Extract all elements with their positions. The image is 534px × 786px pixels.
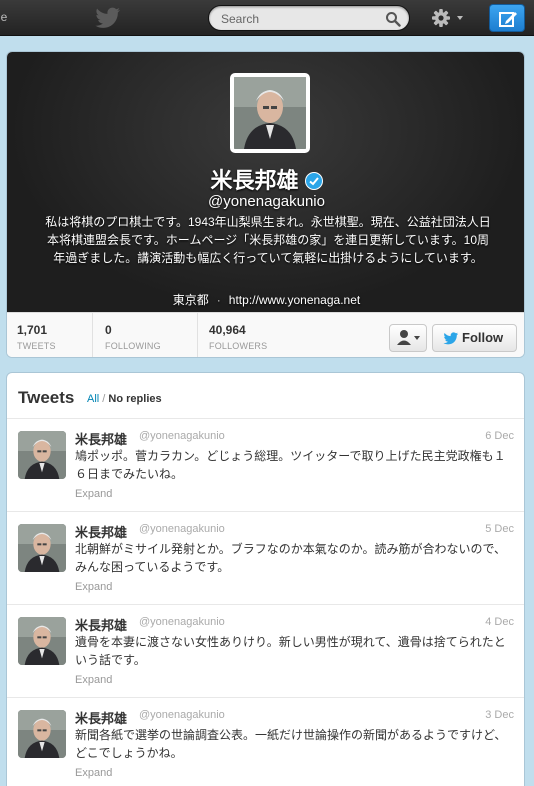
compose-tweet-button[interactable] xyxy=(489,4,525,32)
filter-no-replies[interactable]: No replies xyxy=(108,393,161,405)
tweet-text: 遺骨を本妻に渡さない女性ありけり。新しい男性が現れて、遺骨は捨てられたという話で… xyxy=(75,635,506,667)
tweet-text: 新聞各紙で選挙の世論調査公表。一紙だけ世論操作の新聞があるようですけど、どこでし… xyxy=(75,728,507,760)
stat-following-value: 0 xyxy=(105,323,112,337)
compose-icon xyxy=(499,12,517,27)
tweet-avatar[interactable] xyxy=(18,617,66,665)
twitter-bird-icon xyxy=(443,332,459,345)
tweet-author-name[interactable]: 米長邦雄 xyxy=(75,429,127,448)
avatar[interactable] xyxy=(230,73,310,153)
truncated-nav-text[interactable]: le xyxy=(0,10,7,24)
tweets-header: Tweets All / No replies xyxy=(7,373,524,419)
profile-name-row: 米長邦雄 xyxy=(7,163,524,195)
stat-followers-label: FOLLOWERS xyxy=(209,341,268,351)
stat-following[interactable]: 0 FOLLOWING xyxy=(95,313,198,357)
search-input[interactable] xyxy=(221,10,381,28)
tweet-author-name[interactable]: 米長邦雄 xyxy=(75,708,127,727)
tweet-date[interactable]: 4 Dec xyxy=(485,616,514,628)
profile-url-link[interactable]: http://www.yonenaga.net xyxy=(229,293,360,307)
tweet-avatar-photo xyxy=(18,524,66,572)
user-actions-button[interactable] xyxy=(389,324,427,352)
profile-name: 米長邦雄 xyxy=(210,168,299,193)
profile-meta: 東京都 · http://www.yonenaga.net xyxy=(7,291,524,308)
tweet-avatar-photo xyxy=(18,710,66,758)
tweet-author-name[interactable]: 米長邦雄 xyxy=(75,522,127,541)
chevron-down-icon xyxy=(457,16,463,20)
tweet-date[interactable]: 3 Dec xyxy=(485,709,514,721)
profile-stats: 1,701 TWEETS 0 FOLLOWING 40,964 FOLLOWER… xyxy=(7,312,524,357)
stat-tweets[interactable]: 1,701 TWEETS xyxy=(7,313,93,357)
profile-handle: @yonenagakunio xyxy=(208,193,325,210)
tweet-avatar[interactable] xyxy=(18,431,66,479)
tweet-date[interactable]: 5 Dec xyxy=(485,523,514,535)
user-dropdown-icon xyxy=(397,330,420,345)
search-box[interactable] xyxy=(208,5,410,31)
tweet-item[interactable]: 米長邦雄 @yonenagakunio 3 Dec 新聞各紙で選挙の世論調査公表… xyxy=(7,698,524,786)
tweet-avatar-photo xyxy=(18,617,66,665)
filter-all-link[interactable]: All xyxy=(87,393,99,405)
tweet-expand-link[interactable]: Expand xyxy=(75,488,112,500)
tweet-expand-link[interactable]: Expand xyxy=(75,581,112,593)
tweets-filter: All / No replies xyxy=(87,393,162,405)
tweet-author-handle[interactable]: @yonenagakunio xyxy=(139,430,225,442)
tweet-avatar-photo xyxy=(18,431,66,479)
follow-button[interactable]: Follow xyxy=(432,324,517,352)
tweet-text: 北朝鮮がミサイル発射とか。ブラフなのか本氣なのか。読み筋が合わないので、みんな困… xyxy=(75,542,507,574)
tweet-text: 鳩ポッポ。菅カラカン。どじょう総理。ツイッターで取り上げた民主党政権も１６日まで… xyxy=(75,449,506,481)
stat-tweets-label: TWEETS xyxy=(17,341,56,351)
tweet-avatar[interactable] xyxy=(18,524,66,572)
tweet-expand-link[interactable]: Expand xyxy=(75,674,112,686)
stat-tweets-value: 1,701 xyxy=(17,323,48,337)
tweet-author-handle[interactable]: @yonenagakunio xyxy=(139,616,225,628)
gear-icon[interactable] xyxy=(430,7,466,29)
tweet-author-handle[interactable]: @yonenagakunio xyxy=(139,709,225,721)
stat-followers-value: 40,964 xyxy=(209,323,246,337)
tweet-avatar[interactable] xyxy=(18,710,66,758)
tweet-item[interactable]: 米長邦雄 @yonenagakunio 4 Dec 遺骨を本妻に渡さない女性あり… xyxy=(7,605,524,698)
tweet-author-handle[interactable]: @yonenagakunio xyxy=(139,523,225,535)
meta-separator: · xyxy=(216,293,221,307)
top-navigation-bar: le xyxy=(0,0,534,36)
tweets-title: Tweets xyxy=(18,388,75,407)
stat-followers[interactable]: 40,964 FOLLOWERS xyxy=(199,313,303,357)
twitter-bird-icon[interactable] xyxy=(95,7,121,29)
profile-photo xyxy=(234,77,306,149)
profile-header: 米長邦雄 @yonenagakunio 私は将棋のプロ棋士です。1943年山梨県… xyxy=(7,52,524,312)
stat-following-label: FOLLOWING xyxy=(105,341,161,351)
profile-location: 東京都 xyxy=(172,293,209,307)
verified-badge-icon xyxy=(304,172,323,190)
filter-separator: / xyxy=(102,393,106,405)
tweet-date[interactable]: 6 Dec xyxy=(485,430,514,442)
tweet-expand-link[interactable]: Expand xyxy=(75,767,112,779)
tweet-author-name[interactable]: 米長邦雄 xyxy=(75,615,127,634)
tweet-item[interactable]: 米長邦雄 @yonenagakunio 5 Dec 北朝鮮がミサイル発射とか。ブ… xyxy=(7,512,524,605)
profile-card: 米長邦雄 @yonenagakunio 私は将棋のプロ棋士です。1943年山梨県… xyxy=(6,51,525,358)
profile-bio: 私は将棋のプロ棋士です。1943年山梨県生まれ。永世棋聖。現在、公益社団法人日本… xyxy=(45,215,491,265)
follow-button-label: Follow xyxy=(462,330,504,345)
tweet-item[interactable]: 米長邦雄 @yonenagakunio 6 Dec 鳩ポッポ。菅カラカン。どじょ… xyxy=(7,419,524,512)
search-icon[interactable] xyxy=(385,11,401,27)
tweets-panel: Tweets All / No replies 米長邦雄 @yonenagaku… xyxy=(6,372,525,786)
